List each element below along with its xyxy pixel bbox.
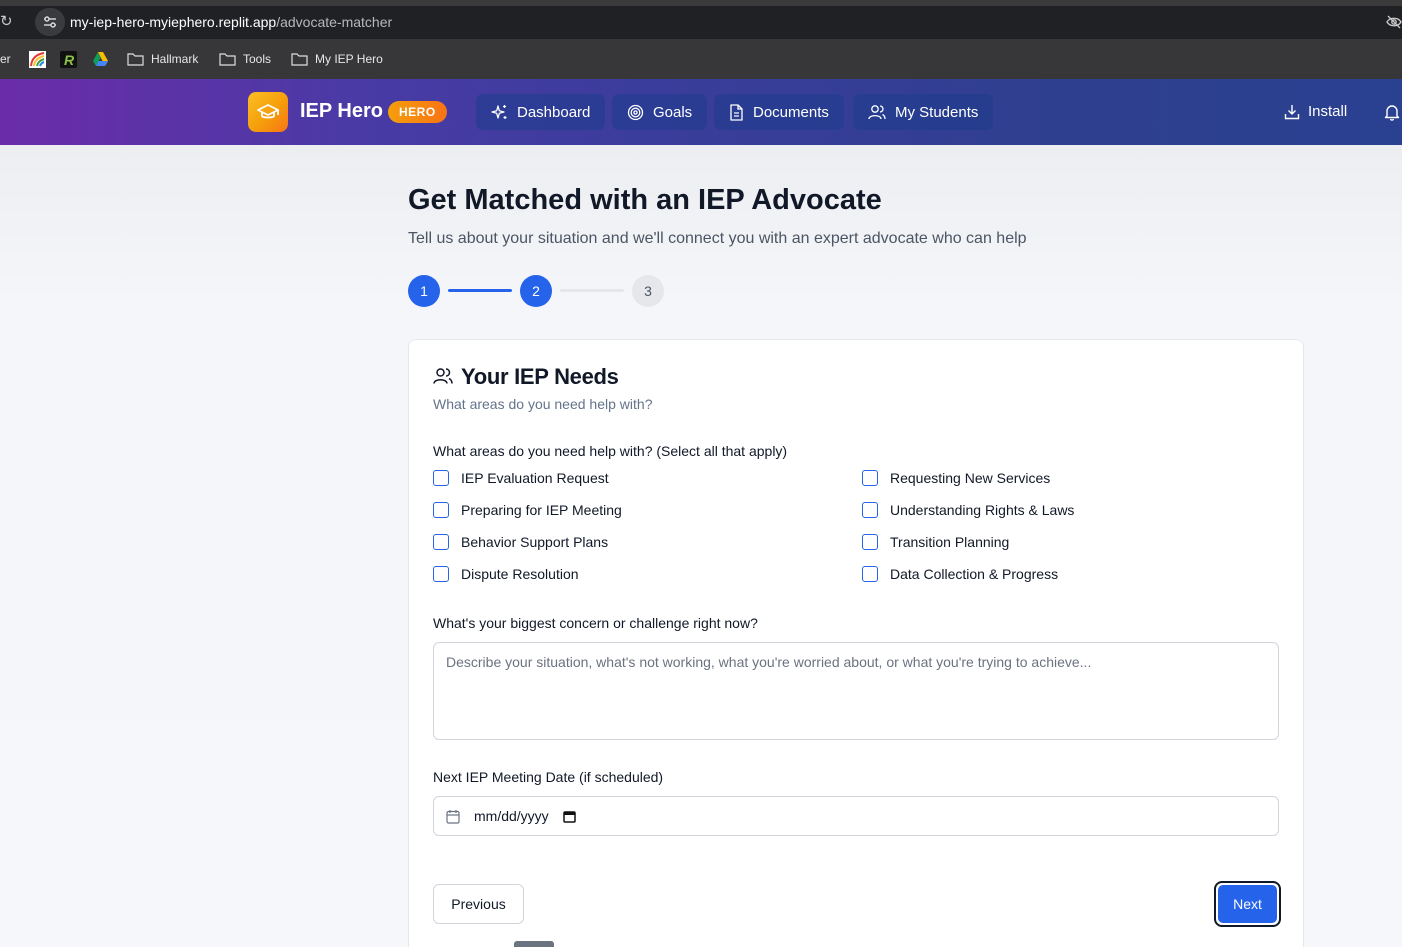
bookmark-label: er bbox=[0, 52, 11, 66]
scroll-indicator bbox=[514, 941, 554, 947]
address-bar[interactable]: ↻ my-iep-hero-myiephero.replit.app/advoc… bbox=[0, 6, 1402, 39]
checkbox-label: Understanding Rights & Laws bbox=[890, 502, 1075, 518]
checkbox-label: Transition Planning bbox=[890, 534, 1010, 550]
date-label: Next IEP Meeting Date (if scheduled) bbox=[433, 769, 664, 785]
checkbox-box[interactable] bbox=[862, 470, 878, 486]
graduation-cap-icon[interactable] bbox=[248, 92, 288, 132]
bookmark-hallmark[interactable]: Hallmark bbox=[127, 39, 198, 79]
page-title: Get Matched with an IEP Advocate bbox=[408, 184, 882, 216]
folder-icon bbox=[291, 52, 308, 66]
bookmark-truncated[interactable]: er bbox=[0, 39, 11, 79]
target-icon bbox=[627, 104, 644, 120]
checkbox-behavior-support-plans[interactable]: Behavior Support Plans bbox=[433, 534, 608, 550]
drive-icon[interactable] bbox=[92, 51, 109, 68]
bookmark-label: Tools bbox=[243, 52, 272, 66]
url-path: /advocate-matcher bbox=[276, 14, 393, 30]
site-info-icon[interactable] bbox=[35, 8, 65, 36]
step-1: 1 bbox=[408, 275, 440, 307]
bell-icon[interactable] bbox=[1384, 103, 1400, 126]
folder-icon bbox=[127, 52, 144, 66]
install-button[interactable]: Install bbox=[1284, 103, 1347, 120]
checkbox-box[interactable] bbox=[433, 566, 449, 582]
document-icon bbox=[730, 103, 743, 121]
concern-textarea[interactable]: Describe your situation, what's not work… bbox=[433, 642, 1279, 740]
svg-text:R: R bbox=[64, 52, 75, 68]
date-picker-icon[interactable] bbox=[562, 810, 576, 823]
next-button-label: Next bbox=[1218, 885, 1277, 923]
checkbox-box[interactable] bbox=[862, 502, 878, 518]
checkbox-dispute-resolution[interactable]: Dispute Resolution bbox=[433, 566, 579, 582]
rainbow-favicon[interactable] bbox=[29, 51, 46, 68]
nav-dashboard[interactable]: Dashboard bbox=[476, 94, 606, 130]
checkbox-label: Behavior Support Plans bbox=[461, 534, 609, 550]
checkbox-box[interactable] bbox=[433, 470, 449, 486]
checkbox-understanding-rights-laws[interactable]: Understanding Rights & Laws bbox=[862, 502, 1074, 518]
checkbox-data-collection-progress[interactable]: Data Collection & Progress bbox=[862, 566, 1058, 582]
checkbox-label: Preparing for IEP Meeting bbox=[461, 502, 622, 518]
brand-name[interactable]: IEP Hero bbox=[300, 100, 383, 123]
sparkles-icon bbox=[491, 104, 507, 119]
bookmark-label: My IEP Hero bbox=[315, 52, 383, 66]
checkbox-iep-evaluation-request[interactable]: IEP Evaluation Request bbox=[433, 470, 609, 486]
previous-button[interactable]: Previous bbox=[433, 884, 524, 924]
card-title: Your IEP Needs bbox=[461, 364, 619, 389]
url-host: my-iep-hero-myiephero.replit.app bbox=[70, 14, 277, 30]
nav-my-students[interactable]: My Students bbox=[853, 94, 994, 130]
nav-goals[interactable]: Goals bbox=[612, 94, 708, 130]
nav-label: Documents bbox=[753, 103, 829, 121]
next-button[interactable]: Next bbox=[1214, 881, 1281, 927]
nav-label: Dashboard bbox=[517, 103, 591, 121]
users-icon bbox=[868, 104, 886, 119]
step-connector-pending bbox=[560, 289, 624, 292]
bookmark-label: Hallmark bbox=[151, 52, 199, 66]
step-connector-complete bbox=[448, 289, 512, 292]
page-subtitle: Tell us about your situation and we'll c… bbox=[408, 230, 1027, 247]
url-text[interactable]: my-iep-hero-myiephero.replit.app/advocat… bbox=[70, 14, 392, 30]
reload-icon[interactable]: ↻ bbox=[0, 13, 16, 31]
concern-label: What's your biggest concern or challenge… bbox=[433, 615, 758, 631]
checkbox-transition-planning[interactable]: Transition Planning bbox=[862, 534, 1009, 550]
checkbox-label: Requesting New Services bbox=[890, 470, 1051, 486]
app-header: IEP Hero HERO Dashboard Goals Documents … bbox=[0, 79, 1402, 145]
checkbox-box[interactable] bbox=[433, 502, 449, 518]
checkbox-requesting-new-services[interactable]: Requesting New Services bbox=[862, 470, 1050, 486]
bookmarks-bar: er R Hallmark Tools My IEP Hero bbox=[0, 39, 1402, 79]
areas-label: What areas do you need help with? (Selec… bbox=[433, 443, 788, 459]
bookmark-my-iep-hero[interactable]: My IEP Hero bbox=[291, 39, 383, 79]
checkbox-box[interactable] bbox=[433, 534, 449, 550]
folder-icon bbox=[219, 52, 236, 66]
users-icon bbox=[433, 367, 453, 390]
bookmark-tools[interactable]: Tools bbox=[219, 39, 271, 79]
step-2: 2 bbox=[520, 275, 552, 307]
checkbox-label: Dispute Resolution bbox=[461, 566, 579, 582]
eye-off-icon[interactable] bbox=[1386, 14, 1402, 30]
download-icon bbox=[1284, 104, 1300, 119]
r-favicon[interactable]: R bbox=[60, 51, 77, 68]
nav-documents[interactable]: Documents bbox=[714, 94, 844, 130]
checkbox-box[interactable] bbox=[862, 534, 878, 550]
install-label: Install bbox=[1308, 103, 1348, 120]
step-3: 3 bbox=[632, 275, 664, 307]
date-placeholder: mm/dd/yyyy bbox=[474, 808, 549, 824]
nav-label: My Students bbox=[895, 103, 979, 121]
meeting-date-input[interactable]: mm/dd/yyyy bbox=[433, 796, 1279, 836]
hero-badge: HERO bbox=[388, 101, 447, 123]
checkbox-label: Data Collection & Progress bbox=[890, 566, 1059, 582]
checkbox-box[interactable] bbox=[862, 566, 878, 582]
nav-label: Goals bbox=[653, 103, 693, 121]
checkbox-label: IEP Evaluation Request bbox=[461, 470, 609, 486]
calendar-icon bbox=[446, 809, 460, 824]
card-description: What areas do you need help with? bbox=[433, 396, 653, 412]
checkbox-preparing-for-iep-meeting[interactable]: Preparing for IEP Meeting bbox=[433, 502, 622, 518]
